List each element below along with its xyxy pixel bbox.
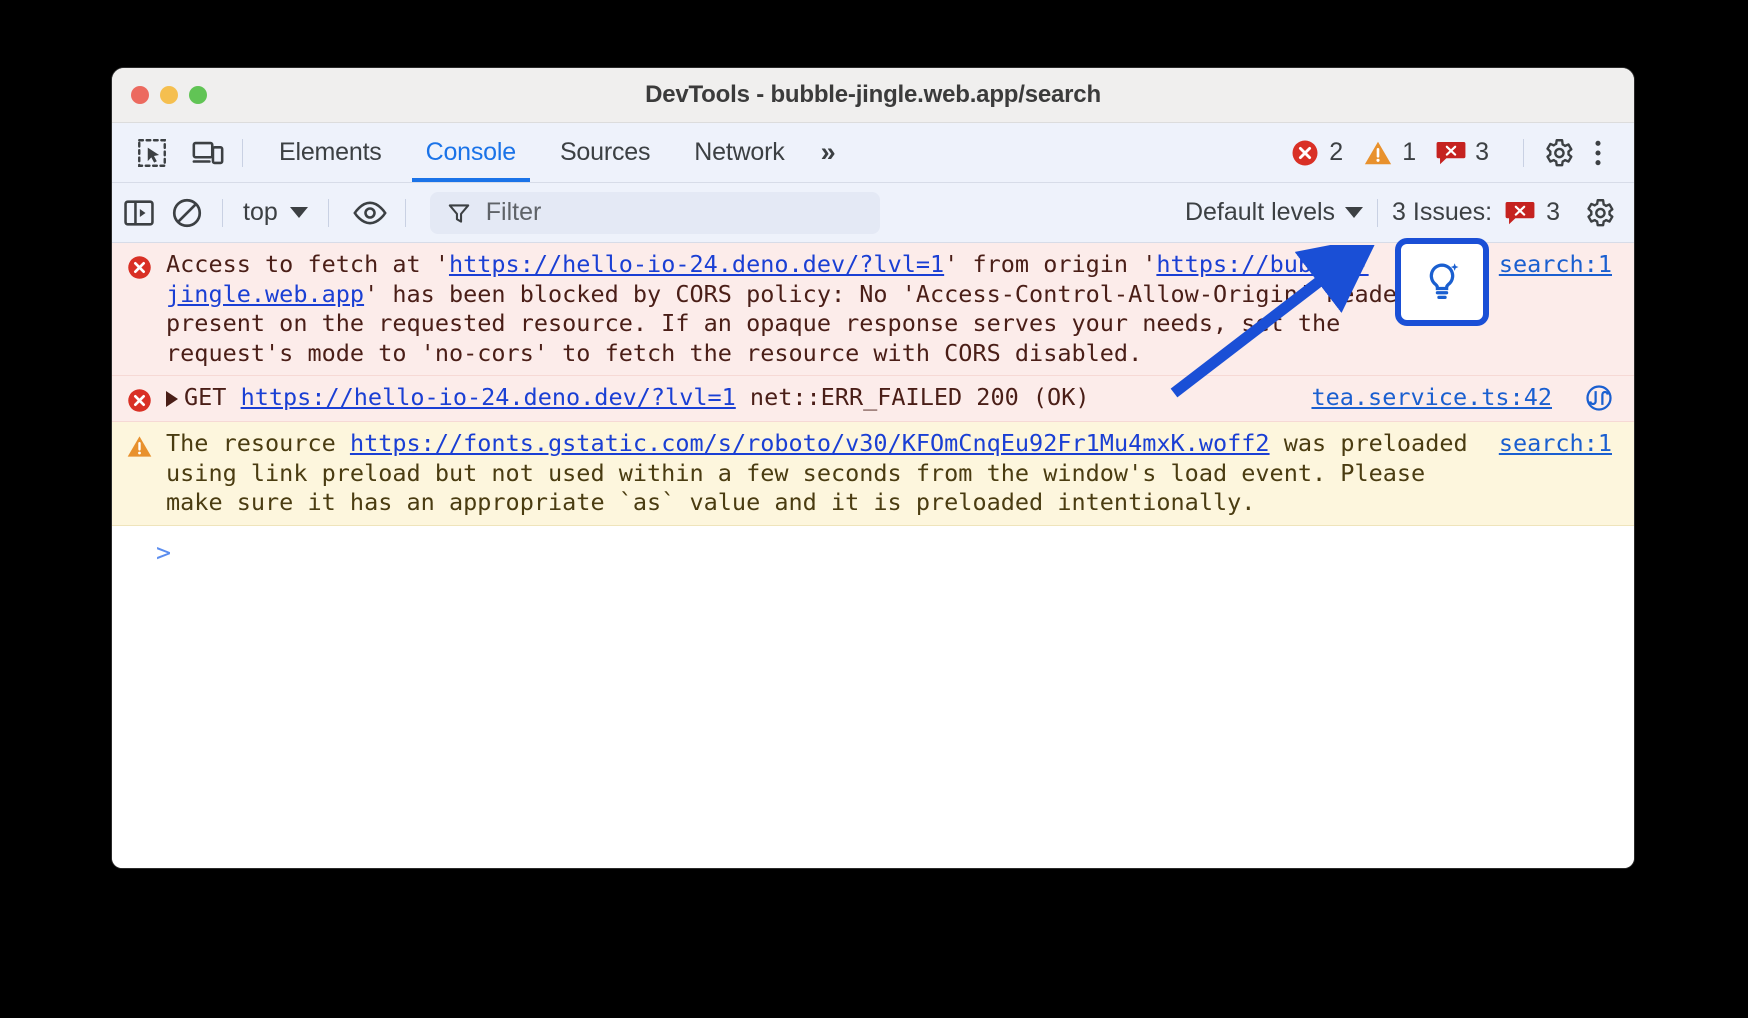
device-toolbar-icon[interactable] xyxy=(188,133,228,173)
error-circle-icon xyxy=(112,250,166,368)
filter-icon xyxy=(446,200,472,226)
console-toolbar-divider-4 xyxy=(1377,199,1378,227)
error-counter[interactable]: 2 xyxy=(1290,138,1343,168)
console-toolbar-divider-1 xyxy=(222,199,223,227)
kebab-menu-icon[interactable] xyxy=(1578,133,1618,173)
window-titlebar: DevTools - bubble-jingle.web.app/search xyxy=(112,68,1634,123)
console-toolbar-divider-3 xyxy=(405,199,406,227)
issues-label[interactable]: 3 Issues: xyxy=(1392,198,1492,227)
chevron-down-icon xyxy=(1345,207,1363,218)
issue-badge-icon xyxy=(1436,140,1466,166)
devtools-tabbar: Elements Console Sources Network » 2 xyxy=(112,123,1634,183)
more-tabs-button[interactable]: » xyxy=(807,123,850,182)
msg-seg-status: net::ERR_FAILED 200 (OK) xyxy=(736,383,1090,411)
console-message-warning-preload[interactable]: The resource https://fonts.gstatic.com/s… xyxy=(112,422,1634,526)
console-toolbar-divider-2 xyxy=(328,199,329,227)
console-message-text: GET https://hello-io-24.deno.dev/?lvl=1 … xyxy=(166,383,1311,414)
console-toolbar: top Filter Def xyxy=(112,183,1634,243)
msg-seg-plain: Access to fetch at ' xyxy=(166,250,449,278)
console-message-source-link[interactable]: search:1 xyxy=(1499,429,1634,518)
expand-triangle-icon[interactable] xyxy=(166,391,178,407)
tab-console[interactable]: Console xyxy=(404,123,538,182)
msg-link-request-url[interactable]: https://hello-io-24.deno.dev/?lvl=1 xyxy=(241,383,736,411)
execution-context-label: top xyxy=(243,198,278,227)
console-message-text: The resource https://fonts.gstatic.com/s… xyxy=(166,429,1499,518)
warning-counter[interactable]: 1 xyxy=(1363,138,1416,168)
msg-link-font-url[interactable]: https://fonts.gstatic.com/s/roboto/v30/K… xyxy=(350,429,1270,457)
tabbar-right-controls: 2 1 xyxy=(1290,123,1618,182)
msg-seg-plain: ' from origin ' xyxy=(944,250,1156,278)
console-message-source-link[interactable]: search:1 xyxy=(1499,250,1634,368)
console-sidebar-icon[interactable] xyxy=(118,192,160,234)
tab-sources[interactable]: Sources xyxy=(538,123,672,182)
live-expression-icon[interactable] xyxy=(349,192,391,234)
gear-icon[interactable] xyxy=(1538,133,1578,173)
warning-triangle-icon xyxy=(112,429,166,518)
filter-input[interactable]: Filter xyxy=(486,198,542,227)
msg-seg-plain: The resource xyxy=(166,429,350,457)
console-message-error-network[interactable]: GET https://hello-io-24.deno.dev/?lvl=1 … xyxy=(112,376,1634,422)
devtools-window: DevTools - bubble-jingle.web.app/search xyxy=(112,68,1634,868)
tab-network[interactable]: Network xyxy=(672,123,806,182)
console-toolbar-right: Default levels 3 Issues: 3 xyxy=(1185,183,1620,242)
msg-seg-method: GET xyxy=(184,383,241,411)
log-levels-selector[interactable]: Default levels xyxy=(1185,198,1363,227)
execution-context-selector[interactable]: top xyxy=(237,198,314,227)
ai-assistance-button[interactable] xyxy=(1395,238,1489,326)
error-circle-icon xyxy=(1290,138,1320,168)
tabbar-left-icons xyxy=(112,133,228,173)
msg-link-request-url[interactable]: https://hello-io-24.deno.dev/?lvl=1 xyxy=(449,250,944,278)
console-prompt[interactable]: > xyxy=(112,526,1634,567)
issue-badge-icon xyxy=(1505,200,1535,226)
issues-counter[interactable]: 3 xyxy=(1436,138,1489,167)
console-settings-gear-icon[interactable] xyxy=(1578,192,1620,234)
console-issues-count: 3 xyxy=(1546,198,1560,227)
issues-count: 3 xyxy=(1475,138,1489,167)
inspect-element-icon[interactable] xyxy=(132,133,172,173)
error-count: 2 xyxy=(1329,138,1343,167)
console-message-list: Access to fetch at 'https://hello-io-24.… xyxy=(112,243,1634,868)
clear-console-icon[interactable] xyxy=(166,192,208,234)
prompt-chevron-icon: > xyxy=(156,538,171,567)
tabbar-right-divider xyxy=(1523,139,1524,167)
network-request-icon[interactable] xyxy=(1584,383,1634,414)
tabbar-divider xyxy=(242,139,243,167)
window-title: DevTools - bubble-jingle.web.app/search xyxy=(112,81,1634,109)
annotation-arrow xyxy=(1150,245,1380,415)
filter-input-wrapper[interactable]: Filter xyxy=(430,192,880,234)
panel-tabs: Elements Console Sources Network » xyxy=(257,123,849,182)
chevron-down-icon xyxy=(290,207,308,218)
log-levels-label: Default levels xyxy=(1185,198,1335,227)
screenshot-root: DevTools - bubble-jingle.web.app/search xyxy=(0,0,1748,1018)
lightbulb-sparkle-icon xyxy=(1419,259,1465,305)
tab-elements[interactable]: Elements xyxy=(257,123,404,182)
error-circle-icon xyxy=(112,383,166,414)
warning-count: 1 xyxy=(1402,138,1416,167)
warning-triangle-icon xyxy=(1363,138,1393,168)
